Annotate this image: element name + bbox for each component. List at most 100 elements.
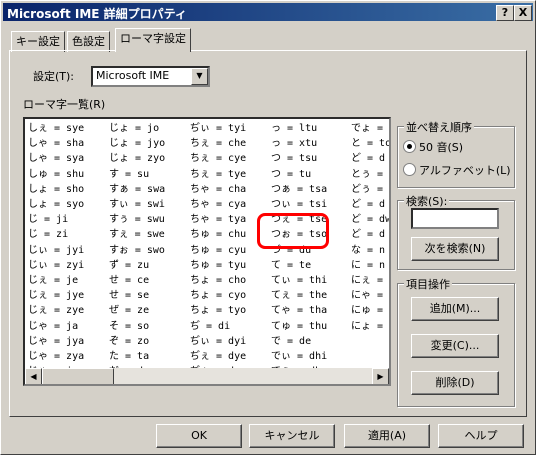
romaji-entry[interactable]: じょ = zyo [109,151,165,166]
romaji-entry[interactable]: ず = zu [109,258,165,273]
radio-50-label[interactable]: 50 音(S) [419,139,463,155]
close-button[interactable]: X [514,5,532,21]
romaji-entry[interactable]: しょ = syo [28,197,84,212]
romaji-entry[interactable]: じぃ = zyi [28,258,84,273]
search-input[interactable] [411,208,499,229]
romaji-entry[interactable]: しぇ = sye [28,121,84,136]
romaji-entry[interactable]: っ = xtu [271,136,327,151]
romaji-entry[interactable]: でょ = d [351,121,389,136]
romaji-entry[interactable]: てぃ = thi [271,273,327,288]
romaji-entry[interactable]: ど = d [351,197,389,212]
romaji-entry[interactable]: しゃ = sya [28,151,84,166]
romaji-entry[interactable]: ちゅ = chu [190,227,246,242]
romaji-entry[interactable]: ちぇ = cye [190,151,246,166]
romaji-entry[interactable]: に = n [351,258,389,273]
romaji-entry[interactable]: じゃ = ja [28,319,84,334]
romaji-entry[interactable]: ちゅ = tyu [190,258,246,273]
romaji-entry[interactable]: ちゅ = cyu [190,243,246,258]
romaji-entry[interactable]: しゅ = shu [28,167,84,182]
romaji-entry[interactable]: どぅ = d [351,182,389,197]
romaji-entry[interactable]: ぜ = ze [109,303,165,318]
romaji-entry[interactable]: すぇ = swe [109,227,165,242]
romaji-entry[interactable]: ちょ = tyo [190,303,246,318]
romaji-entry[interactable]: じぇ = jye [28,288,84,303]
romaji-entry[interactable]: すぃ = swi [109,197,165,212]
romaji-entry[interactable]: ちゃ = cha [190,182,246,197]
romaji-entry[interactable]: す = su [109,167,165,182]
romaji-entry[interactable]: で = de [271,334,327,349]
romaji-entry[interactable]: じぇ = zye [28,303,84,318]
romaji-entry[interactable]: た = ta [109,349,165,364]
romaji-entry[interactable]: ぢぃ = dyi [190,334,246,349]
romaji-entry[interactable]: すぉ = swo [109,243,165,258]
romaji-entry[interactable]: ちぇ = che [190,136,246,151]
cancel-button[interactable]: キャンセル [249,424,335,448]
romaji-entry[interactable]: にぇ = n [351,273,389,288]
find-next-button[interactable]: 次を検索(N) [411,237,499,261]
radio-alphabet-label[interactable]: アルファベット(L) [419,162,511,178]
romaji-entry[interactable]: じょ = jyo [109,136,165,151]
horizontal-scrollbar[interactable]: ◀ ▶ [25,368,389,384]
help-footer-button[interactable]: ヘルプ [438,424,524,448]
romaji-entry[interactable]: ちょ = cyo [190,288,246,303]
romaji-entry[interactable]: と = to [351,136,389,151]
romaji-entry[interactable]: しょ = sho [28,182,84,197]
romaji-entry[interactable]: じょ = jo [109,121,165,136]
delete-button[interactable]: 削除(D) [411,371,499,395]
romaji-entry[interactable]: せ = ce [109,273,165,288]
romaji-entry[interactable]: てゃ = tha [271,303,327,318]
romaji-entry[interactable]: じぃ = jyi [28,243,84,258]
romaji-entry[interactable]: そ = so [109,319,165,334]
help-button[interactable]: ? [496,5,514,21]
romaji-entry[interactable]: すぅ = swu [109,212,165,227]
add-button[interactable]: 追加(M)... [411,297,499,321]
romaji-entry[interactable]: ぢぃ = tyi [190,121,246,136]
romaji-entry[interactable]: てゅ = thu [271,319,327,334]
radio-alphabet[interactable] [403,163,416,176]
romaji-entry[interactable]: にゃ = n [351,288,389,303]
romaji-entry[interactable]: つ = tsu [271,151,327,166]
romaji-entry[interactable]: ちゃ = cya [190,197,246,212]
romaji-list[interactable]: しぇ = sye しゃ = sha しゃ = sya しゅ = shu しょ = sho… [23,117,391,386]
change-button[interactable]: 変更(C)... [411,334,499,358]
romaji-entry[interactable]: ぢぇ = dye [190,349,246,364]
romaji-entry[interactable]: ちぇ = tye [190,167,246,182]
romaji-entry[interactable]: ぢ = di [190,319,246,334]
romaji-entry[interactable]: じゃ = zya [28,349,84,364]
scroll-right-icon[interactable]: ▶ [372,368,389,384]
romaji-entry[interactable]: にゅ = n [351,303,389,318]
romaji-entry[interactable]: じ = zi [28,227,84,242]
romaji-entry[interactable]: すぁ = swa [109,182,165,197]
chevron-down-icon[interactable]: ▼ [191,68,208,85]
romaji-entry[interactable]: ど = d [351,227,389,242]
settings-select[interactable]: Microsoft IME ▼ [91,66,210,87]
romaji-entry[interactable]: じぇ = je [28,273,84,288]
romaji-entry[interactable]: にょ = n [351,319,389,334]
romaji-entry[interactable]: とぅ = tw [351,167,389,182]
ok-button[interactable]: OK [156,424,242,448]
romaji-entry[interactable]: ちょ = cho [190,273,246,288]
romaji-entry[interactable]: ど = dw [351,212,389,227]
romaji-entry[interactable]: な = n [351,243,389,258]
romaji-entry[interactable]: っ = ltu [271,121,327,136]
romaji-entry[interactable]: つぁ = tsa [271,182,327,197]
romaji-entry[interactable]: てぇ = the [271,288,327,303]
scroll-thumb[interactable] [42,368,114,384]
romaji-entry[interactable]: でぃ = dhi [271,349,327,364]
romaji-entry[interactable]: しゃ = sha [28,136,84,151]
apply-button[interactable]: 適用(A) [344,424,430,448]
romaji-entry[interactable]: ど = d [351,151,389,166]
tab-romaji-settings[interactable]: ローマ字設定 [115,28,191,52]
romaji-entry[interactable]: て = te [271,258,327,273]
radio-50-on[interactable] [403,140,416,153]
romaji-entry[interactable]: じ = ji [28,212,84,227]
romaji-entry[interactable]: つぃ = tsi [271,197,327,212]
tab-color-settings[interactable]: 色設定 [67,31,110,52]
romaji-entry[interactable]: ちゃ = tya [190,212,246,227]
tab-key-settings[interactable]: キー設定 [11,31,65,52]
romaji-entry[interactable]: ぞ = zo [109,334,165,349]
romaji-entry[interactable]: つ = tu [271,167,327,182]
romaji-entry[interactable]: せ = se [109,288,165,303]
scroll-left-icon[interactable]: ◀ [25,368,42,384]
romaji-entry[interactable]: じゃ = jya [28,334,84,349]
